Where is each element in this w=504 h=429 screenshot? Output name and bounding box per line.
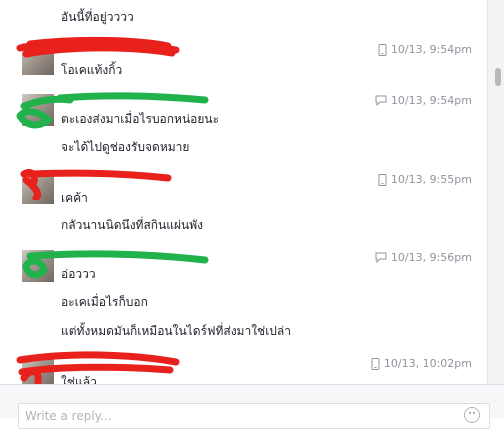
message-text: กลัวนานนิดนึงที่สกินแผ่นพัง — [61, 218, 204, 232]
message-meta: 10/13, 10:02pm — [371, 357, 472, 370]
message-meta: 10/13, 9:55pm — [378, 173, 472, 186]
reply-input[interactable]: Write a reply... — [18, 403, 490, 429]
message-thread: อันนี้ที่อยู่วววว 10/13, 9:54pm โอเคแท้ง… — [0, 0, 488, 384]
scrollbar[interactable] — [487, 0, 504, 384]
chat-bubble-icon — [375, 252, 387, 263]
message-timestamp: 10/13, 9:56pm — [390, 251, 472, 264]
avatar[interactable] — [22, 94, 54, 126]
mobile-phone-icon — [378, 43, 387, 56]
scrollbar-thumb[interactable] — [495, 68, 501, 86]
message-text: ใช่แล้ว — [61, 375, 97, 384]
avatar[interactable] — [22, 43, 54, 75]
message-timestamp: 10/13, 9:55pm — [390, 173, 472, 186]
message-text: แต่ทั้งหมดมันก็เหมือนในไดร์ฟที่ส่งมาใช่เ… — [61, 324, 292, 338]
message-text: อันนี้ที่อยู่วววว — [61, 10, 134, 24]
emoji-icon[interactable] — [464, 407, 480, 423]
message-text: ตะเองส่งมาเมื่อไรบอกหน่อยนะ — [61, 112, 220, 126]
message-meta: 10/13, 9:54pm — [378, 43, 472, 56]
message-text: อ่อววว — [61, 267, 96, 281]
reply-composer: Write a reply... — [0, 384, 504, 429]
message-text: โอเคแท้งกิ้ว — [61, 63, 123, 77]
mobile-phone-icon — [371, 357, 380, 370]
avatar[interactable] — [22, 357, 54, 384]
avatar[interactable] — [22, 250, 54, 282]
mobile-phone-icon — [378, 173, 387, 186]
message-timestamp: 10/13, 10:02pm — [383, 357, 472, 370]
message-timestamp: 10/13, 9:54pm — [390, 43, 472, 56]
message-meta: 10/13, 9:56pm — [375, 251, 472, 264]
message-timestamp: 10/13, 9:54pm — [390, 94, 472, 107]
reply-placeholder: Write a reply... — [25, 409, 112, 423]
message-text: เคค้า — [61, 191, 88, 205]
message-meta: 10/13, 9:54pm — [375, 94, 472, 107]
message-text: อะเคเมื่อไรก็บอก — [61, 295, 148, 309]
avatar[interactable] — [22, 172, 54, 204]
message-text: จะได้ไปดูช่องรับจดหมาย — [61, 140, 190, 154]
chat-bubble-icon — [375, 95, 387, 106]
